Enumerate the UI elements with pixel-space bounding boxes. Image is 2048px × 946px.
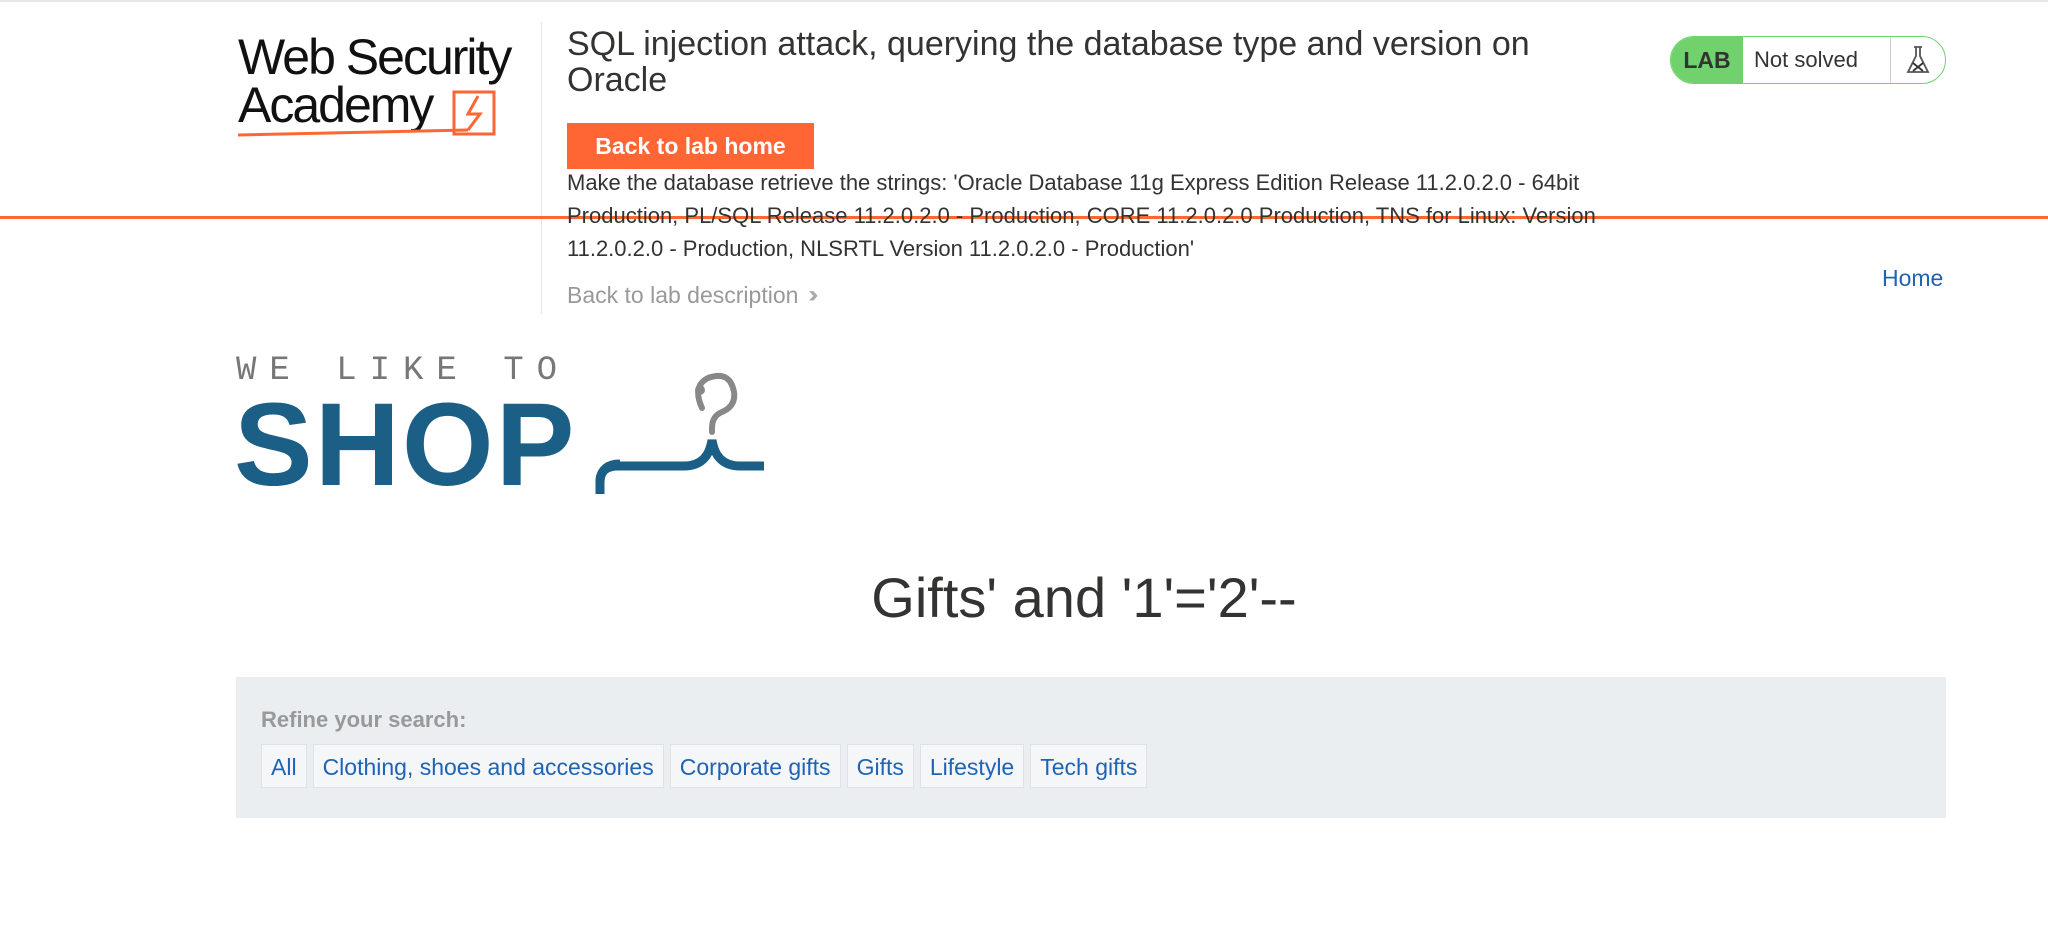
double-chevron-right-icon: ››	[808, 281, 818, 308]
page-title: Gifts' and '1'='2'--	[871, 566, 1297, 629]
nav-home-link[interactable]: Home	[1882, 265, 1943, 292]
filter-all[interactable]: All	[261, 744, 307, 788]
web-security-academy-logo[interactable]: Web Security Academy	[236, 34, 536, 144]
refine-search-label: Refine your search:	[261, 707, 467, 732]
back-to-lab-description-link[interactable]: Back to lab description ››	[567, 281, 818, 309]
filter-clothing-shoes-accessories[interactable]: Clothing, shoes and accessories	[312, 744, 664, 788]
flask-icon	[1890, 37, 1945, 83]
back-to-lab-home-button[interactable]: Back to lab home	[567, 123, 814, 169]
filter-panel: Refine your search: All Clothing, shoes …	[236, 677, 1946, 818]
header-divider	[541, 22, 542, 314]
lab-status-widget: LAB Not solved	[1670, 36, 1946, 84]
filter-tech-gifts[interactable]: Tech gifts	[1030, 744, 1148, 788]
lab-title: SQL injection attack, querying the datab…	[567, 25, 1530, 99]
we-like-to-shop-logo[interactable]: WE LIKE TO SHOP	[234, 352, 764, 504]
lab-status-text: Not solved	[1754, 47, 1858, 72]
lab-badge: LAB	[1671, 37, 1743, 83]
logo-line2: Academy	[238, 77, 434, 133]
category-filter-list: All Clothing, shoes and accessories Corp…	[261, 744, 1148, 788]
filter-gifts[interactable]: Gifts	[846, 744, 914, 788]
shop-logo-word: SHOP	[234, 379, 577, 511]
back-to-description-label: Back to lab description	[567, 281, 799, 308]
filter-lifestyle[interactable]: Lifestyle	[919, 744, 1025, 788]
top-border	[0, 0, 2048, 2]
lab-description: Make the database retrieve the strings: …	[567, 170, 1596, 261]
filter-corporate-gifts[interactable]: Corporate gifts	[669, 744, 841, 788]
clothes-hanger-icon	[595, 372, 764, 494]
